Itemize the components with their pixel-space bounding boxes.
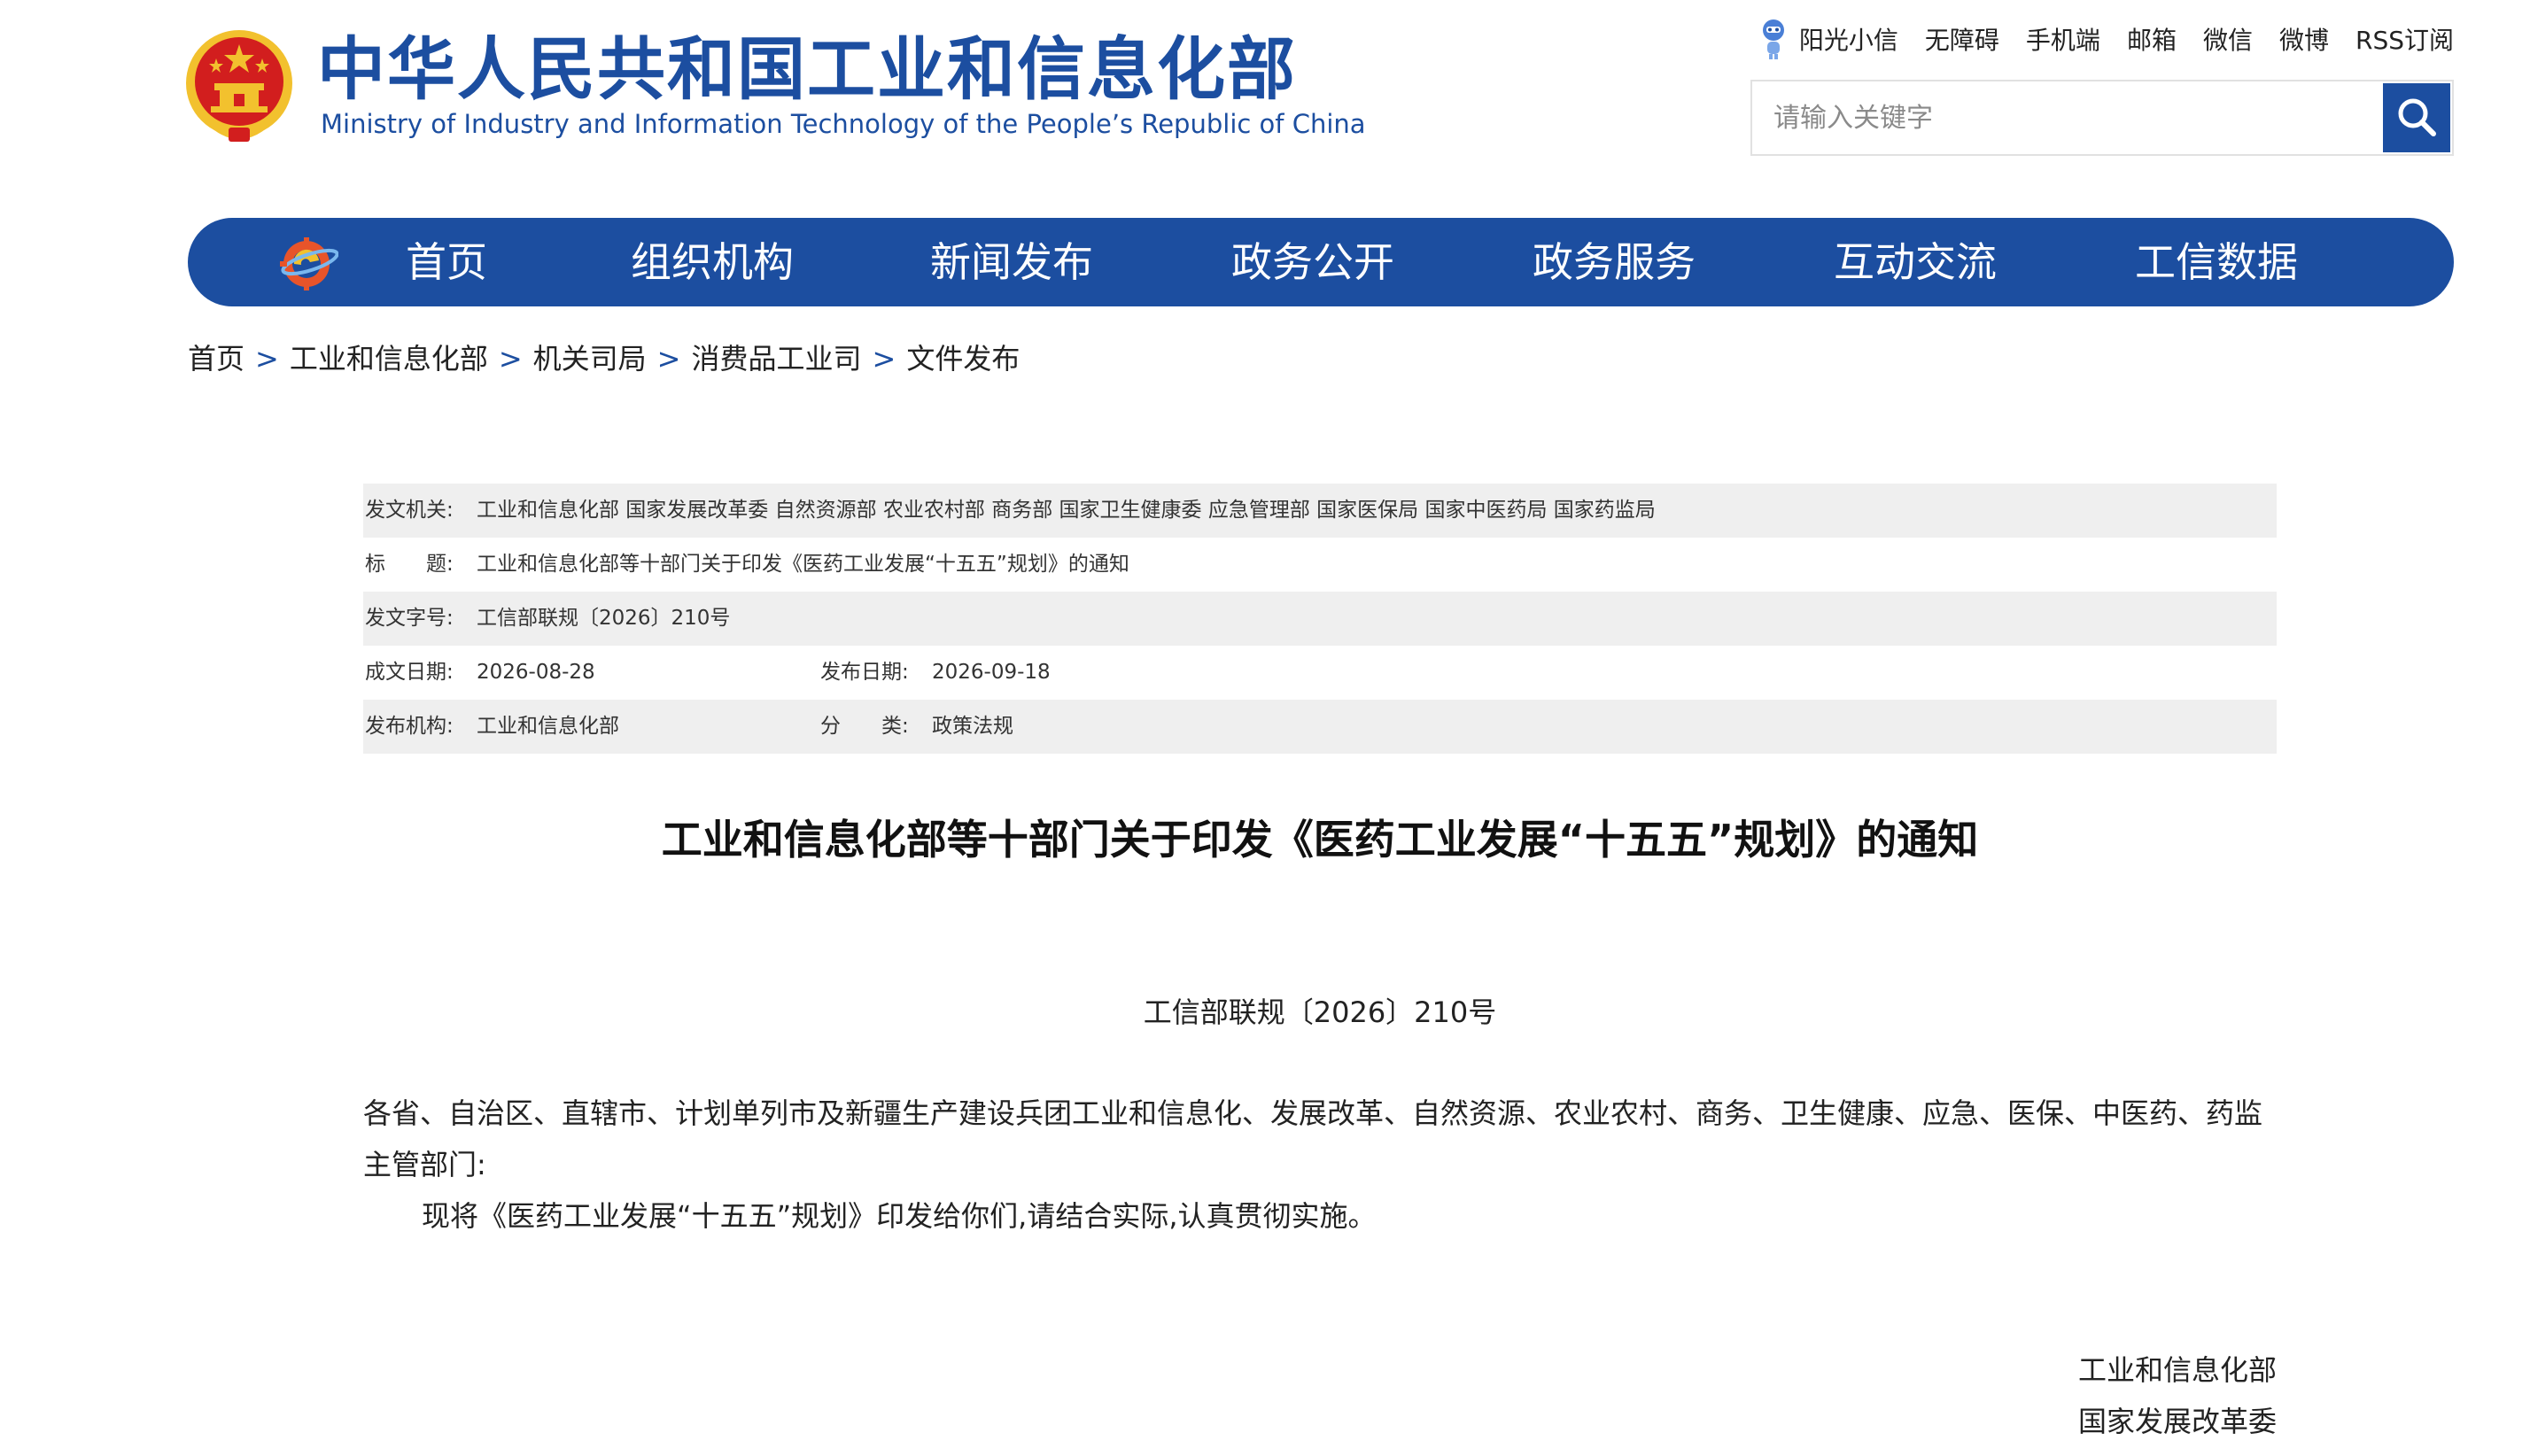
search-input[interactable] [1752, 81, 2372, 154]
breadcrumb: 首页 > 工业和信息化部 > 机关司局 > 消费品工业司 > 文件发布 [188, 337, 1020, 381]
nav-item-government-affairs[interactable]: 政务公开 [1231, 218, 1394, 306]
miit-logo-icon[interactable] [275, 236, 339, 292]
meta-label: 标 题: [365, 553, 454, 576]
document-number: 工信部联规〔2026〕210号 [1143, 995, 1497, 1029]
breadcrumb-separator: > [872, 342, 896, 376]
meta-row-issuer: 发文机关: 工业和信息化部 国家发展改革委 自然资源部 农业农村部 商务部 国家卫… [363, 484, 2277, 538]
top-link-wechat[interactable]: 微信 [2203, 21, 2253, 57]
meta-value: 政策法规 [932, 715, 1013, 738]
breadcrumb-separator: > [656, 342, 681, 376]
meta-value: 工信部联规〔2026〕210号 [477, 607, 731, 630]
nav-item-news[interactable]: 新闻发布 [930, 218, 1093, 306]
nav-item-government-services[interactable]: 政务服务 [1533, 218, 1696, 306]
top-link-weibo[interactable]: 微博 [2279, 21, 2329, 57]
meta-label: 成文日期: [365, 661, 454, 684]
meta-value: 2026-08-28 [477, 661, 595, 684]
breadcrumb-home[interactable]: 首页 [188, 342, 244, 376]
document-paragraph: 各省、自治区、直辖市、计划单列市及新疆生产建设兵团工业和信息化、发展改革、自然资… [363, 1096, 2263, 1181]
site-subtitle: Ministry of Industry and Information Tec… [321, 109, 1366, 139]
meta-label: 发布日期: [820, 661, 909, 684]
breadcrumb-consumer-goods[interactable]: 消费品工业司 [691, 342, 861, 376]
meta-value: 2026-09-18 [932, 661, 1051, 684]
breadcrumb-ministry[interactable]: 工业和信息化部 [290, 342, 488, 376]
search-icon [2395, 96, 2438, 141]
breadcrumb-departments[interactable]: 机关司局 [533, 342, 647, 376]
national-emblem-icon [184, 28, 294, 145]
search-button[interactable] [2383, 83, 2450, 152]
document-title: 工业和信息化部等十部门关于印发《医药工业发展“十五五”规划》的通知 [661, 816, 1979, 864]
meta-row-title: 标 题: 工业和信息化部等十部门关于印发《医药工业发展“十五五”规划》的通知 [363, 538, 2277, 592]
meta-row-dates: 成文日期: 2026-08-28 发布日期: 2026-09-18 [363, 646, 2277, 700]
robot-assistant-icon[interactable] [1758, 18, 1789, 60]
nav-item-interaction[interactable]: 互动交流 [1834, 218, 1997, 306]
document-signers: 工业和信息化部 国家发展改革委 [2078, 1344, 2277, 1447]
meta-label: 分 类: [820, 715, 909, 738]
meta-value: 工业和信息化部等十部门关于印发《医药工业发展“十五五”规划》的通知 [477, 553, 1129, 576]
breadcrumb-documents[interactable]: 文件发布 [906, 342, 1020, 376]
top-link-accessibility[interactable]: 无障碍 [1925, 21, 1999, 57]
document-meta-table: 发文机关: 工业和信息化部 国家发展改革委 自然资源部 农业农村部 商务部 国家卫… [363, 484, 2277, 754]
signer: 国家发展改革委 [2077, 1405, 2277, 1438]
meta-row-docno: 发文字号: 工信部联规〔2026〕210号 [363, 592, 2277, 646]
top-links: 阳光小信 无障碍 手机端 邮箱 微信 微博 RSS订阅 [1758, 18, 2454, 60]
breadcrumb-separator: > [498, 342, 523, 376]
top-link-rss[interactable]: RSS订阅 [2355, 21, 2454, 57]
meta-value: 工业和信息化部 [477, 715, 619, 738]
breadcrumb-separator: > [255, 342, 279, 376]
nav-item-data[interactable]: 工信数据 [2135, 218, 2298, 306]
site-title: 中华人民共和国工业和信息化部 [317, 31, 1297, 110]
top-link-mail[interactable]: 邮箱 [2127, 21, 2177, 57]
top-link-mobile[interactable]: 手机端 [2026, 21, 2100, 57]
meta-row-org: 发布机构: 工业和信息化部 分 类: 政策法规 [363, 700, 2277, 754]
nav-item-home[interactable]: 首页 [406, 218, 487, 306]
meta-value: 工业和信息化部 国家发展改革委 自然资源部 农业农村部 商务部 国家卫生健康委 … [477, 499, 1656, 522]
top-link-sunshine-assistant[interactable]: 阳光小信 [1799, 21, 1898, 57]
main-nav: 首页 组织机构 新闻发布 政务公开 政务服务 互动交流 工信数据 [188, 218, 2454, 306]
meta-label: 发文字号: [365, 607, 454, 630]
search-box [1750, 80, 2454, 156]
document-paragraph: 现将《医药工业发展“十五五”规划》印发给你们,请结合实际,认真贯彻实施。 [422, 1199, 1377, 1233]
signer: 工业和信息化部 [2077, 1353, 2277, 1387]
meta-label: 发布机构: [365, 715, 454, 738]
meta-label: 发文机关: [365, 499, 454, 522]
nav-item-organization[interactable]: 组织机构 [631, 218, 794, 306]
